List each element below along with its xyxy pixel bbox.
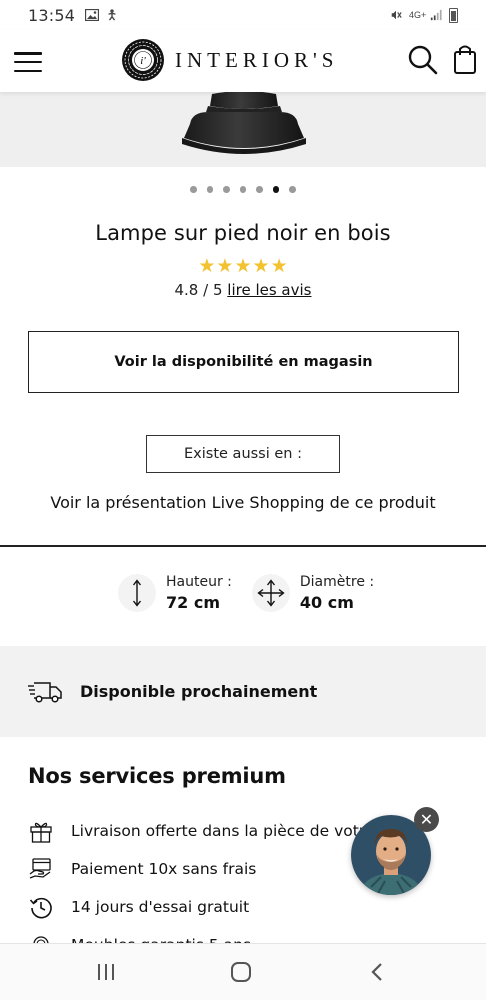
section-divider xyxy=(0,545,486,547)
availability-banner: Disponible prochainement xyxy=(0,646,486,737)
status-time: 13:54 xyxy=(28,5,76,25)
availability-text: Disponible prochainement xyxy=(80,682,318,701)
back-icon[interactable] xyxy=(362,958,392,986)
brand-logo[interactable]: i' INTERIOR'S xyxy=(121,38,338,82)
mute-icon xyxy=(391,10,402,20)
battery-icon xyxy=(449,7,458,23)
product-image[interactable] xyxy=(0,92,486,167)
carousel-dot[interactable] xyxy=(289,186,296,193)
services-title: Nos services premium xyxy=(28,764,286,788)
gallery-icon xyxy=(85,9,100,21)
gift-box-icon xyxy=(28,818,54,844)
site-header: i' INTERIOR'S xyxy=(0,30,486,92)
rating-line: 4.8 / 5 lire les avis xyxy=(0,281,486,299)
recent-apps-icon[interactable] xyxy=(91,958,121,986)
star-icon: ★ xyxy=(216,256,234,277)
brand-name: INTERIOR'S xyxy=(175,47,339,72)
dimension-diameter-label: Diamètre : xyxy=(299,574,375,590)
diameter-arrows-icon xyxy=(251,574,290,612)
service-label: 14 jours d'essai gratuit xyxy=(71,898,250,916)
carousel-dot[interactable] xyxy=(272,186,280,193)
star-icon: ★ xyxy=(198,256,216,277)
star-icon: ★ xyxy=(234,256,252,277)
system-nav-bar xyxy=(0,943,486,1000)
hamburger-icon[interactable] xyxy=(14,52,42,72)
service-item[interactable]: 14 jours d'essai gratuit xyxy=(28,888,468,926)
dimension-diameter: Diamètre : 40 cm xyxy=(251,574,375,612)
bag-icon[interactable] xyxy=(453,44,477,76)
signal-icon xyxy=(430,9,442,21)
lamp-base-image xyxy=(182,92,306,154)
status-bar: 13:54 4G+ xyxy=(0,0,486,30)
dimension-height: Hauteur : 72 cm xyxy=(118,574,232,612)
svg-text:i': i' xyxy=(140,55,146,67)
carousel-dot[interactable] xyxy=(190,186,197,193)
rating-stars: ★ ★ ★ ★ ★ xyxy=(0,257,486,277)
carousel-dots xyxy=(0,186,486,193)
product-dimensions: Hauteur : 72 cm Diamètre : 40 cm xyxy=(118,574,374,612)
carousel-dot[interactable] xyxy=(223,186,230,193)
store-availability-button[interactable]: Voir la disponibilité en magasin xyxy=(28,331,459,393)
search-icon[interactable] xyxy=(408,44,438,76)
reviews-link[interactable]: lire les avis xyxy=(227,281,311,299)
dimension-height-label: Hauteur : xyxy=(166,574,232,590)
dimension-diameter-value: 40 cm xyxy=(299,593,354,612)
4g-icon: 4G+ xyxy=(409,9,427,20)
service-label: Livraison offerte dans la pièce de votre xyxy=(71,822,375,840)
live-shopping-link[interactable]: Voir la présentation Live Shopping de ce… xyxy=(0,493,486,512)
carousel-dot[interactable] xyxy=(206,186,214,193)
carousel-dot[interactable] xyxy=(256,186,263,193)
payment-card-icon xyxy=(28,856,54,882)
dimension-height-value: 72 cm xyxy=(166,593,220,612)
logo-emblem-icon: i' xyxy=(122,39,164,81)
star-icon: ★ xyxy=(270,256,288,277)
accessibility-icon xyxy=(108,9,116,21)
variants-button[interactable]: Existe aussi en : xyxy=(146,435,340,473)
rating-value: 4.8 / 5 xyxy=(174,281,223,299)
service-label: Paiement 10x sans frais xyxy=(71,860,257,878)
clock-return-icon xyxy=(28,894,54,920)
product-title: Lampe sur pied noir en bois xyxy=(95,221,391,245)
carousel-dot[interactable] xyxy=(239,186,247,193)
star-icon: ★ xyxy=(252,256,270,277)
height-arrow-icon xyxy=(118,574,156,612)
chat-close-button[interactable]: ✕ xyxy=(414,807,439,832)
home-icon[interactable] xyxy=(226,958,256,986)
delivery-truck-icon xyxy=(28,681,62,703)
